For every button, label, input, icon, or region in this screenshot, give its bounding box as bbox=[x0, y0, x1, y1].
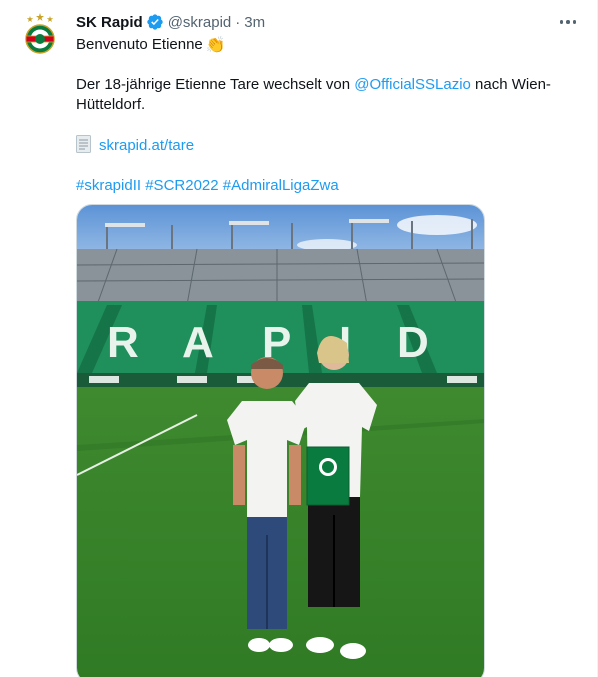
tweet-body: SK Rapid @skrapid · 3m Benvenuto Etienne… bbox=[76, 12, 566, 216]
page-icon bbox=[76, 135, 91, 153]
hashtag-link[interactable]: #skrapidII bbox=[76, 177, 141, 194]
stadium-photo: R A P I D bbox=[77, 205, 484, 677]
tweet-photo[interactable]: R A P I D bbox=[76, 204, 485, 677]
tweet-text: Benvenuto Etienne 👏 Der 18-jährige Etienn… bbox=[76, 35, 566, 196]
greeting-line: Benvenuto Etienne 👏 bbox=[76, 35, 566, 55]
hashtag-link[interactable]: #AdmiralLigaZwa bbox=[223, 177, 339, 194]
clapping-hands-emoji-icon: 👏 bbox=[205, 37, 226, 54]
external-link[interactable]: skrapid.at/tare bbox=[99, 137, 194, 154]
link-line: skrapid.at/tare bbox=[76, 135, 566, 156]
body-paragraph: Der 18-jährige Etienne Tare wechselt von… bbox=[76, 75, 566, 115]
hashtags-line: #skrapidII #SCR2022 #AdmiralLigaZwa bbox=[76, 176, 566, 196]
body-text-before: Der 18-jährige Etienne Tare wechselt von bbox=[76, 76, 355, 93]
club-crest-logo bbox=[16, 10, 64, 58]
svg-text:A: A bbox=[182, 318, 214, 367]
author-name[interactable]: SK Rapid bbox=[76, 14, 143, 31]
tweet-header: SK Rapid @skrapid · 3m bbox=[76, 12, 566, 32]
greeting-text: Benvenuto Etienne bbox=[76, 36, 203, 53]
separator-dot: · bbox=[235, 13, 241, 31]
tweet-timestamp[interactable]: 3m bbox=[244, 14, 265, 31]
avatar[interactable] bbox=[16, 10, 64, 58]
mention-link[interactable]: @OfficialSSLazio bbox=[354, 76, 471, 93]
stadium-lettering: R bbox=[107, 318, 139, 367]
tweet[interactable]: SK Rapid @skrapid · 3m Benvenuto Etienne… bbox=[0, 0, 598, 677]
hashtag-link[interactable]: #SCR2022 bbox=[145, 177, 218, 194]
svg-text:D: D bbox=[397, 318, 429, 367]
author-handle[interactable]: @skrapid bbox=[168, 14, 232, 31]
verified-badge-icon bbox=[147, 14, 163, 30]
